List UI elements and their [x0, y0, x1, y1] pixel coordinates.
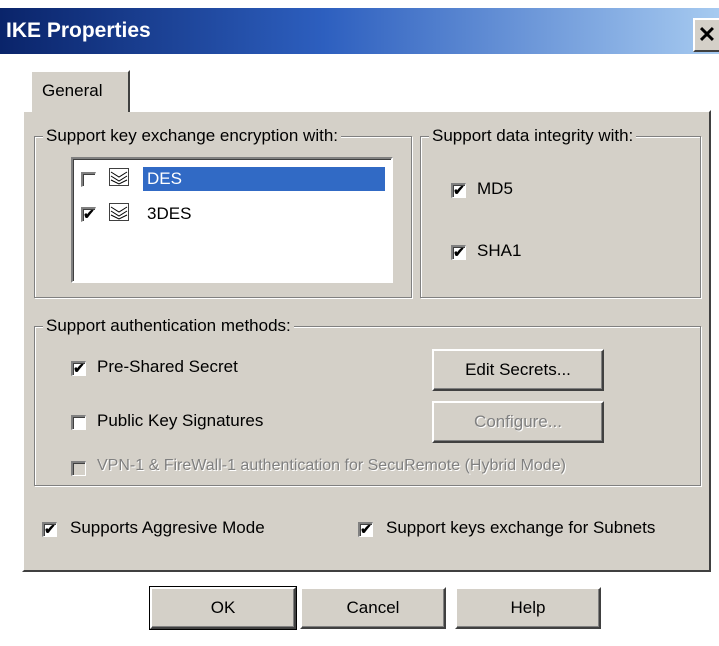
sha1-label: SHA1: [477, 241, 522, 260]
integrity-group-label: Support data integrity with:: [429, 126, 637, 146]
ok-button[interactable]: OK: [149, 586, 297, 630]
subnets-checkbox[interactable]: ✔: [358, 522, 373, 537]
encryption-listbox[interactable]: DES ✔ 3DES: [71, 157, 393, 283]
aggressive-mode-label: Supports Aggresive Mode: [70, 518, 265, 537]
3des-checkbox[interactable]: ✔: [81, 207, 96, 222]
configure-label: Configure...: [474, 412, 562, 431]
encryption-item-des[interactable]: DES: [77, 164, 385, 196]
public-key-label: Public Key Signatures: [97, 411, 264, 430]
help-label: Help: [510, 598, 546, 617]
authentication-group-label: Support authentication methods:: [43, 316, 294, 336]
public-key-checkbox[interactable]: [71, 415, 86, 430]
hybrid-mode-label: VPN-1 & FireWall-1 authentication for Se…: [97, 457, 566, 474]
md5-label: MD5: [477, 179, 513, 198]
ike-properties-dialog: IKE Properties ✕ General Support key exc…: [0, 0, 719, 646]
window-title: IKE Properties: [6, 19, 151, 42]
subnets-label: Support keys exchange for Subnets: [386, 518, 656, 537]
pre-shared-checkbox[interactable]: ✔: [71, 361, 86, 376]
key-icon: [109, 168, 129, 186]
close-icon: ✕: [697, 22, 717, 47]
pre-shared-label: Pre-Shared Secret: [97, 357, 238, 376]
tab-general[interactable]: General: [30, 70, 130, 112]
aggressive-mode-checkbox[interactable]: ✔: [42, 522, 57, 537]
authentication-group: Support authentication methods: ✔ Pre-Sh…: [34, 316, 701, 486]
edit-secrets-button[interactable]: Edit Secrets...: [432, 349, 604, 391]
configure-button[interactable]: Configure...: [432, 401, 604, 443]
key-icon: [109, 203, 129, 221]
general-panel: Support key exchange encryption with: DE…: [22, 110, 711, 572]
help-button[interactable]: Help: [455, 587, 601, 629]
edit-secrets-label: Edit Secrets...: [465, 360, 571, 379]
tab-general-label: General: [42, 81, 103, 100]
des-checkbox[interactable]: [81, 172, 96, 187]
encryption-group-label: Support key exchange encryption with:: [43, 126, 342, 146]
md5-checkbox[interactable]: ✔: [451, 183, 466, 198]
sha1-checkbox[interactable]: ✔: [451, 245, 466, 260]
encryption-group: Support key exchange encryption with: DE…: [34, 126, 412, 298]
cancel-button[interactable]: Cancel: [300, 587, 446, 629]
title-bar[interactable]: IKE Properties ✕: [0, 8, 719, 54]
des-label: DES: [143, 167, 385, 191]
cancel-label: Cancel: [346, 598, 400, 617]
integrity-group: Support data integrity with: ✔ MD5 ✔ SHA…: [420, 126, 701, 298]
close-button[interactable]: ✕: [693, 18, 719, 52]
hybrid-mode-checkbox[interactable]: [71, 461, 86, 476]
3des-label: 3DES: [147, 204, 192, 223]
ok-label: OK: [210, 598, 236, 617]
encryption-item-3des[interactable]: ✔ 3DES: [77, 199, 385, 231]
